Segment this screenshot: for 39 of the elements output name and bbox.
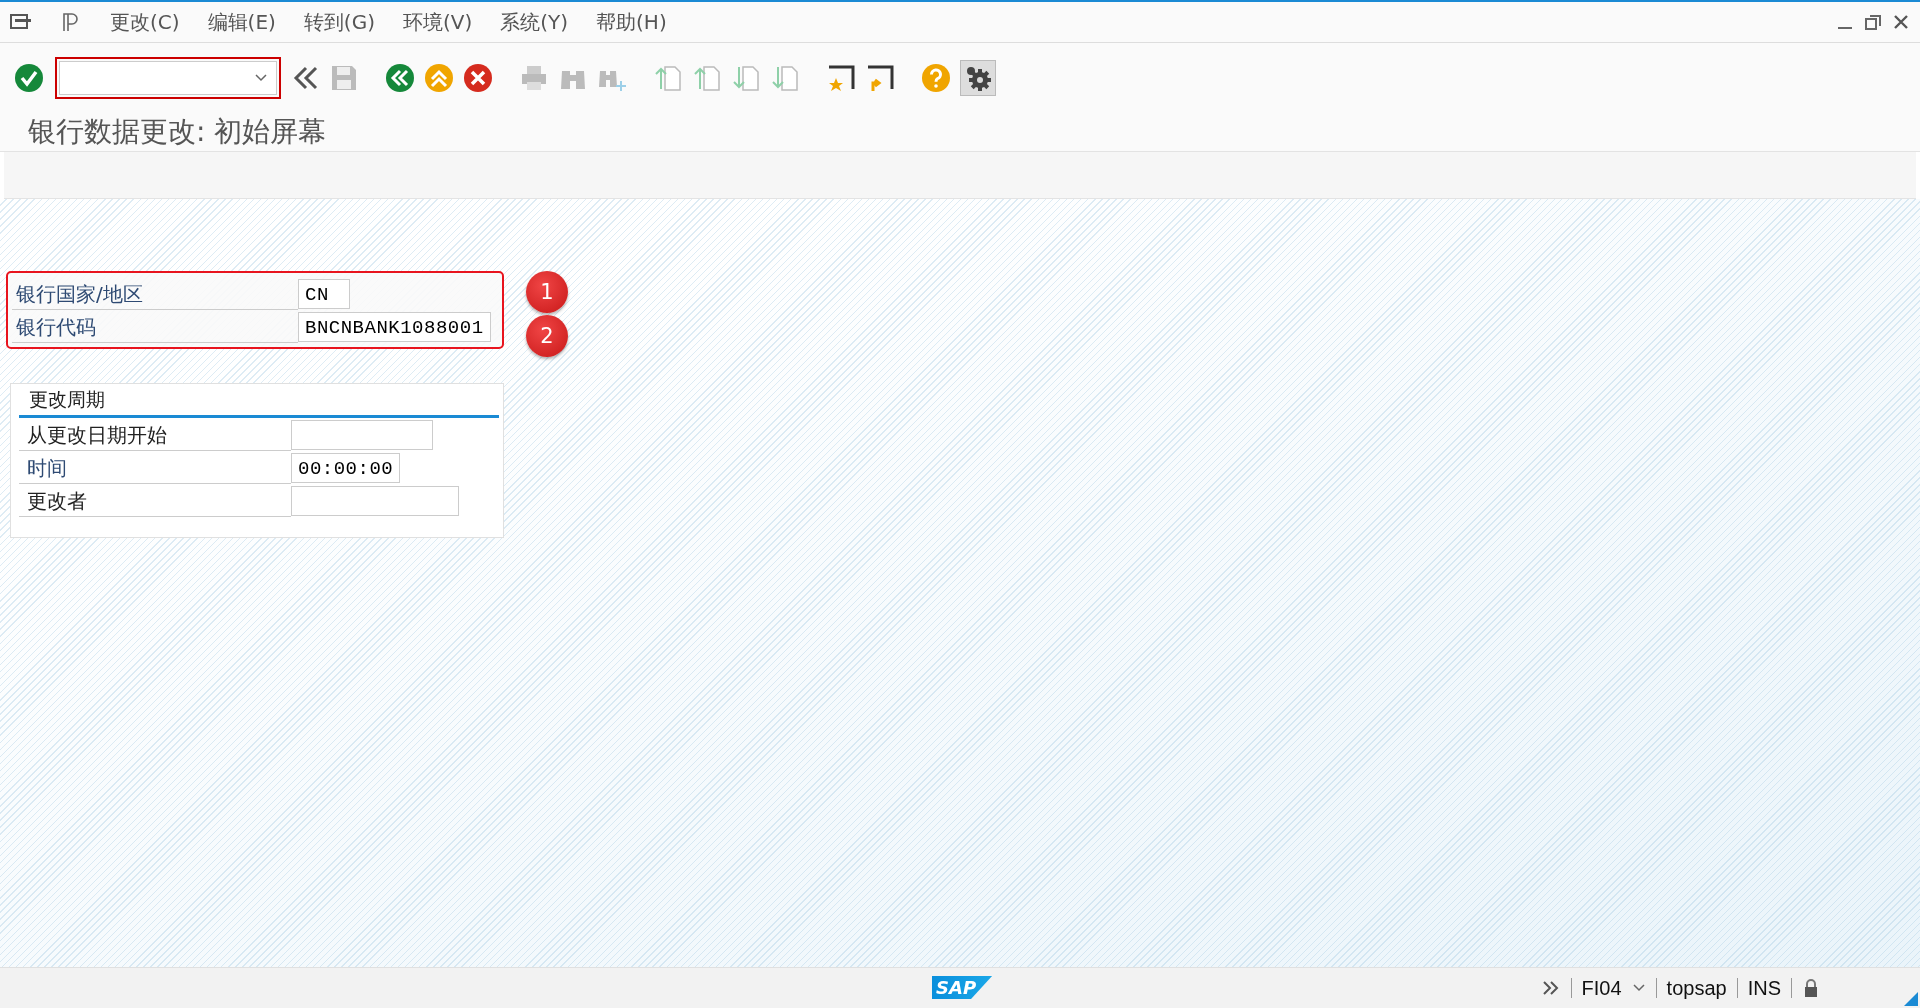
field-label: 时间 <box>19 451 291 484</box>
group-title: 更改周期 <box>29 386 105 412</box>
logo: SAP <box>932 976 993 999</box>
field-label: 从更改日期开始 <box>19 418 291 451</box>
menu-icon[interactable] <box>10 13 32 31</box>
screen-title: 银行数据更改: 初始屏幕 <box>28 114 327 150</box>
input-field[interactable] <box>291 419 433 450</box>
settings-button[interactable] <box>960 60 996 96</box>
restore-icon[interactable] <box>1864 13 1882 31</box>
menu-item[interactable]: 帮助(H) <box>596 8 667 36</box>
step-number: 2 <box>526 315 568 357</box>
window-arrow-icon[interactable] <box>865 63 895 93</box>
menu-item[interactable]: 转到(G) <box>303 8 375 36</box>
menu-item[interactable]: 编辑(E) <box>207 8 276 36</box>
menu-item[interactable]: 系统(Y) <box>500 8 569 36</box>
field-label: 银行国家/地区 <box>12 277 298 310</box>
close-icon[interactable] <box>1892 13 1910 31</box>
menu-item[interactable]: 环境(V) <box>402 8 473 36</box>
input-field[interactable]: 00:00:00 <box>291 452 401 483</box>
input-field[interactable] <box>291 485 459 516</box>
check-icon[interactable] <box>14 63 44 93</box>
input-field[interactable]: BNCNBANK1088001 <box>298 311 491 342</box>
step-number: 1 <box>526 271 568 313</box>
double-chevron-icon[interactable] <box>1540 979 1561 997</box>
input-mode: INS <box>1747 976 1781 1000</box>
transaction-code[interactable]: FI04 <box>1581 976 1622 1000</box>
input-field[interactable]: CN <box>298 278 350 309</box>
user-name: topsap <box>1666 976 1727 1000</box>
menu-item[interactable]: 更改(C) <box>110 8 180 36</box>
window-star-icon[interactable] <box>826 63 856 93</box>
back-icon[interactable] <box>385 63 415 93</box>
caret-icon <box>254 73 268 83</box>
lock-icon <box>1802 978 1820 998</box>
resize-grip-icon[interactable] <box>1904 992 1918 1006</box>
field-label: 更改者 <box>19 484 291 517</box>
cancel-icon[interactable] <box>463 63 493 93</box>
caret-icon[interactable] <box>1631 983 1646 993</box>
field-label: 银行代码 <box>12 310 298 343</box>
settings-icon <box>964 64 992 92</box>
